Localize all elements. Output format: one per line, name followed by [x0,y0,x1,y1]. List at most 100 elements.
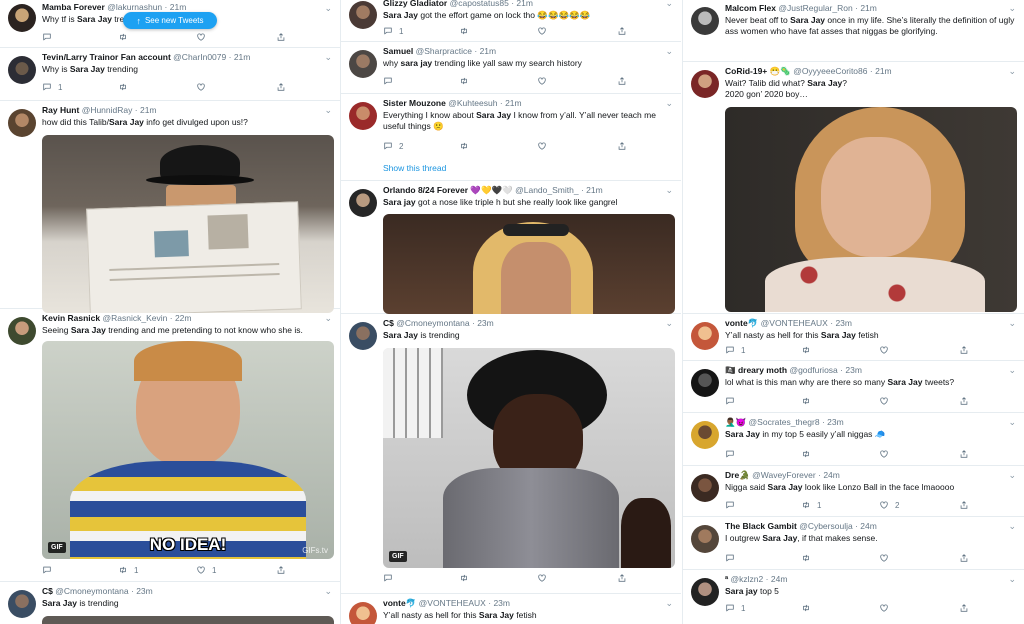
author-name[interactable]: vonte🐬 [725,318,758,328]
author-name[interactable]: Dre🐊 [725,470,750,480]
retweet-button[interactable] [801,603,817,613]
avatar[interactable] [691,70,719,98]
share-button[interactable] [959,396,969,406]
author-name[interactable]: ª [725,574,728,584]
chevron-down-icon[interactable]: ⌄ [1008,470,1016,481]
chevron-down-icon[interactable]: ⌄ [1008,417,1016,428]
avatar[interactable] [691,578,719,606]
reply-button[interactable] [42,565,58,575]
author-name[interactable]: vonte🐬 [383,598,416,608]
author-handle[interactable]: @kzlzn2 [731,574,764,584]
chevron-down-icon[interactable]: ⌄ [665,0,673,9]
chevron-down-icon[interactable]: ⌄ [324,586,332,597]
share-button[interactable] [959,500,969,510]
retweet-button[interactable] [459,76,475,86]
tweet[interactable]: Tevin/Larry Trainor Fan account @CharIn0… [0,49,340,101]
tweet[interactable]: Kevin Rasnick @Rasnick_Kevin · 22m Seein… [0,310,340,582]
author-handle[interactable]: @Cmoneymontana [396,318,469,328]
timestamp[interactable]: 23m [136,586,153,596]
tweet[interactable]: Glizzy Gladiator @capostatus85 · 21m Sar… [341,0,681,42]
share-button[interactable] [617,76,627,86]
chevron-down-icon[interactable]: ⌄ [324,313,332,324]
reply-button[interactable] [383,76,399,86]
author-handle[interactable]: @VONTEHEAUX [419,598,486,608]
like-button[interactable] [879,396,895,406]
avatar[interactable] [691,421,719,449]
share-button[interactable] [959,603,969,613]
chevron-down-icon[interactable]: ⌄ [1008,66,1016,77]
like-button[interactable] [879,449,895,459]
retweet-button[interactable] [459,141,475,151]
author-name[interactable]: C$ [42,586,53,596]
tweet[interactable]: CoRid-19+ 😷🦠 @OyyyeeeCorito86 · 21m Wait… [683,63,1024,314]
author-name[interactable]: Ray Hunt [42,105,79,115]
share-button[interactable] [617,573,627,583]
reply-button[interactable] [725,449,741,459]
tweet[interactable]: Dre🐊 @WaveyForever · 24m Nigga said Sara… [683,467,1024,517]
author-name[interactable]: Glizzy Gladiator [383,0,447,8]
like-button[interactable] [537,573,553,583]
like-button[interactable] [196,32,212,42]
author-handle[interactable]: @Rasnick_Kevin [103,313,168,323]
retweet-button[interactable] [118,82,134,92]
author-handle[interactable]: @Cmoneymontana [55,586,128,596]
avatar[interactable] [8,56,36,84]
author-handle[interactable]: @JustRegular_Ron [778,3,852,13]
share-button[interactable] [276,565,286,575]
retweet-button[interactable] [801,345,817,355]
like-button[interactable] [537,141,553,151]
author-name[interactable]: The Black Gambit [725,521,797,531]
retweet-button[interactable] [459,573,475,583]
avatar[interactable] [349,1,377,29]
author-name[interactable]: C$ [383,318,394,328]
author-name[interactable]: Sister Mouzone [383,98,446,108]
tweet[interactable]: Samuel @Sharpractice · 21m why sara jay … [341,43,681,94]
author-name[interactable]: Orlando 8/24 Forever 💜💛🖤🤍 [383,185,513,195]
reply-button[interactable]: 1 [42,82,62,92]
like-button[interactable] [879,553,895,563]
avatar[interactable] [8,590,36,618]
author-name[interactable]: CoRid-19+ 😷🦠 [725,66,791,76]
timestamp[interactable]: 21m [586,185,603,195]
tweet[interactable]: Malcom Flex @JustRegular_Ron · 21m Never… [683,0,1024,62]
avatar[interactable] [349,102,377,130]
tweet[interactable]: Sister Mouzone @Kuhteesuh · 21m Everythi… [341,95,681,181]
tweet[interactable]: 🏴‍☠️ dreary moth @godfuriosa · 23m lol w… [683,362,1024,413]
tweet[interactable]: ª @kzlzn2 · 24m Sara jay top 5 ⌄ 1 [683,571,1024,624]
chevron-down-icon[interactable]: ⌄ [665,98,673,109]
like-button[interactable]: 1 [196,565,216,575]
timestamp[interactable]: 23m [827,417,844,427]
avatar[interactable] [691,525,719,553]
timestamp[interactable]: 23m [493,598,510,608]
tweet[interactable]: vonte🐬 @VONTEHEAUX · 23m Y’all nasty as … [683,315,1024,361]
timestamp[interactable]: 21m [860,3,877,13]
chevron-down-icon[interactable]: ⌄ [324,105,332,116]
like-button[interactable] [196,82,212,92]
chevron-down-icon[interactable]: ⌄ [665,318,673,329]
retweet-button[interactable] [459,26,475,36]
avatar[interactable] [349,602,377,624]
see-new-tweets-button[interactable]: ↑ See new Tweets [123,12,217,29]
tweet[interactable]: 🤦🏾‍♂️😈 @Socrates_thegr8 · 23m Sara Jay i… [683,414,1024,466]
chevron-down-icon[interactable]: ⌄ [1008,574,1016,585]
reply-button[interactable] [725,396,741,406]
timestamp[interactable]: 21m [516,0,533,8]
tweet[interactable]: C$ @Cmoneymontana · 23m Sara Jay is tren… [341,315,681,594]
show-thread-link[interactable]: Show this thread [383,163,446,173]
author-handle[interactable]: @Socrates_thegr8 [749,417,820,427]
chevron-down-icon[interactable]: ⌄ [665,185,673,196]
like-button[interactable] [537,26,553,36]
chevron-down-icon[interactable]: ⌄ [1008,365,1016,376]
author-handle[interactable]: @CharIn0079 [173,52,226,62]
reply-button[interactable] [383,573,399,583]
retweet-button[interactable] [801,553,817,563]
share-button[interactable] [276,32,286,42]
timestamp[interactable]: 23m [477,318,494,328]
share-button[interactable] [617,141,627,151]
author-handle[interactable]: @godfuriosa [789,365,837,375]
author-handle[interactable]: @VONTEHEAUX [761,318,828,328]
tweet-gif[interactable] [725,107,1017,312]
timestamp[interactable]: 21m [234,52,251,62]
author-name[interactable]: Samuel [383,46,413,56]
reply-button[interactable] [42,32,58,42]
